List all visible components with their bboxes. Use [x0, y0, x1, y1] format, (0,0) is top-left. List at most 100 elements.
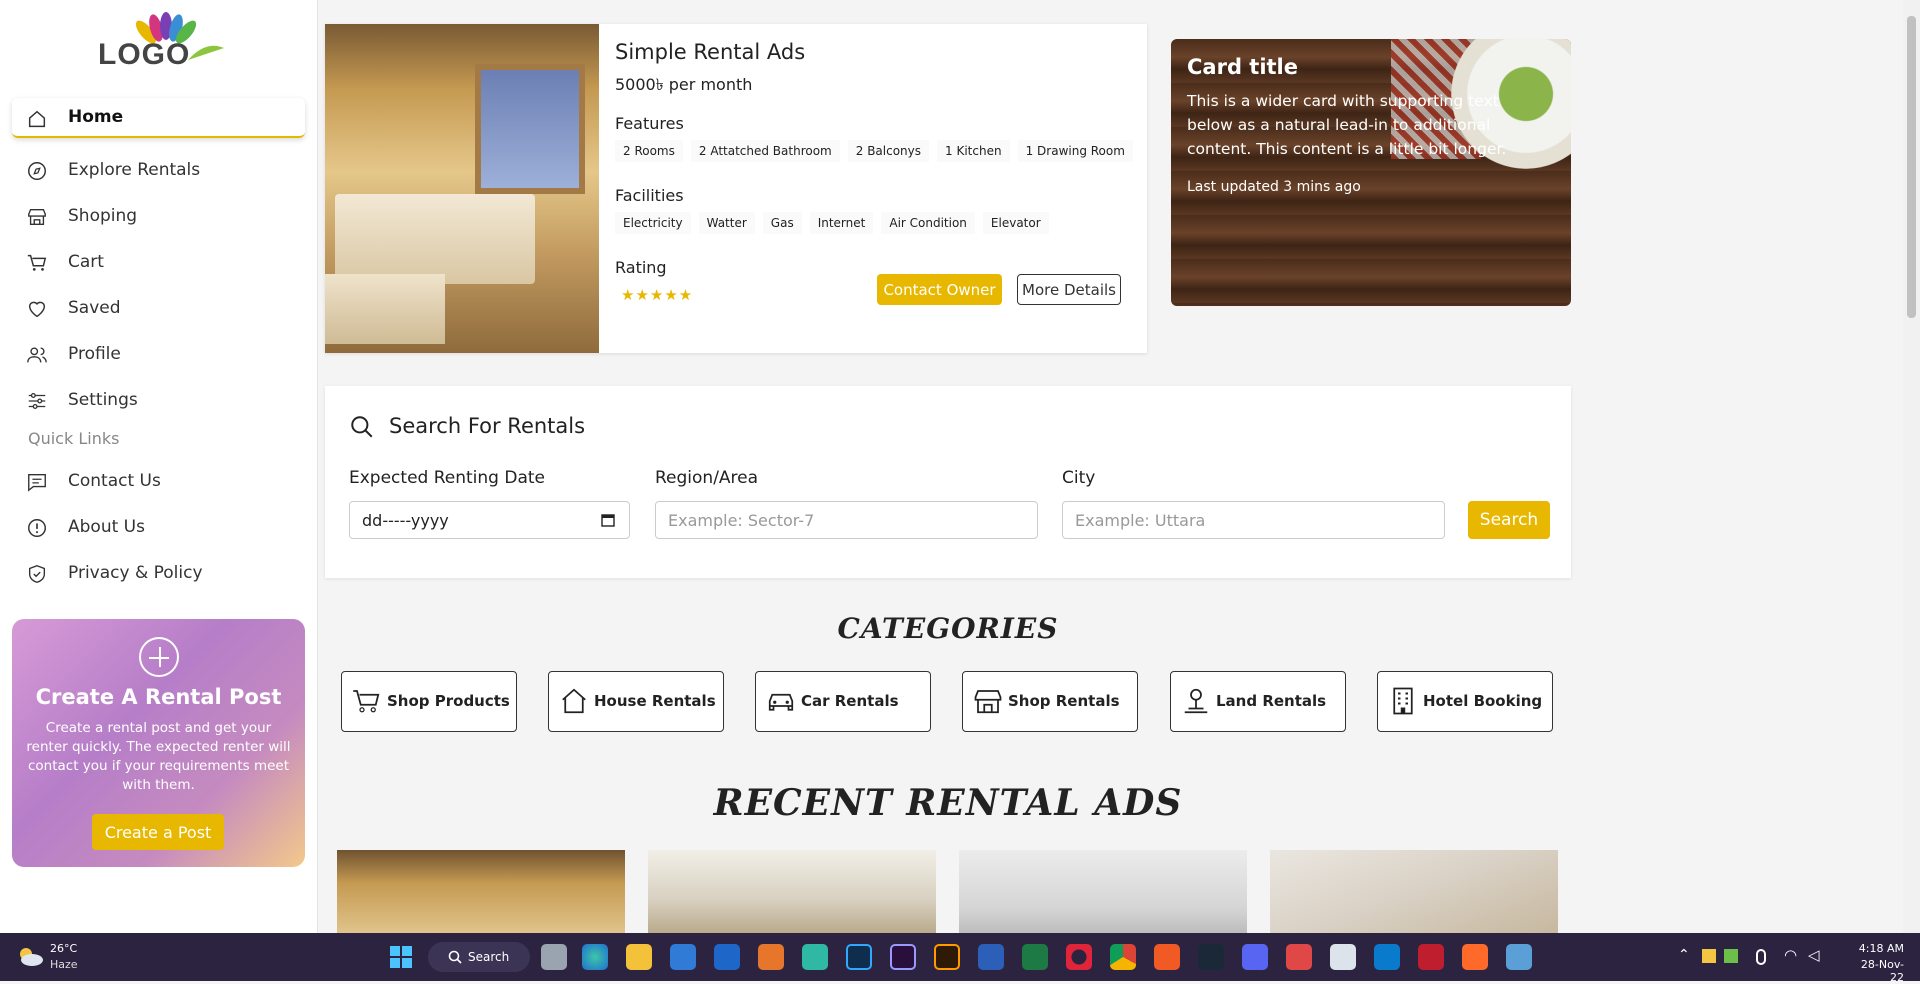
- vscode-icon[interactable]: [1374, 944, 1400, 970]
- renting-date-input[interactable]: dd-----yyyy: [349, 501, 630, 539]
- postman-icon[interactable]: [1462, 944, 1488, 970]
- illustrator-icon[interactable]: [934, 944, 960, 970]
- signal-icon[interactable]: [1724, 949, 1738, 963]
- card-updated: Last updated 3 mins ago: [1187, 179, 1361, 195]
- create-post-button[interactable]: Create a Post: [92, 814, 224, 850]
- leaf-icon: [188, 45, 224, 60]
- mail-icon[interactable]: [670, 944, 696, 970]
- features-list: 2 Rooms 2 Attatched Bathroom 2 Balconys …: [615, 140, 1133, 162]
- sidebar-item-contact-us[interactable]: Contact Us: [12, 461, 305, 501]
- task-view-icon[interactable]: [541, 944, 567, 970]
- rental-price: 5000৳ per month: [615, 75, 753, 94]
- file-explorer-icon[interactable]: [626, 944, 652, 970]
- rating-stars: ★★★★★: [621, 286, 694, 304]
- sidebar-item-about-us[interactable]: About Us: [12, 507, 305, 547]
- clock-date[interactable]: 28-Nov-22: [1850, 958, 1904, 984]
- city-input[interactable]: Example: Uttara: [1062, 501, 1445, 539]
- chrome-icon[interactable]: [1110, 944, 1136, 970]
- sidebar-item-label: Saved: [68, 298, 121, 318]
- app-icon[interactable]: [1330, 944, 1356, 970]
- sidebar-item-explore-rentals[interactable]: Explore Rentals: [12, 150, 305, 190]
- cart-icon: [353, 690, 380, 713]
- quick-links-heading: Quick Links: [28, 429, 120, 448]
- sidebar-item-cart[interactable]: Cart: [12, 242, 305, 282]
- filezilla-icon[interactable]: [1418, 944, 1444, 970]
- steam-icon[interactable]: [1198, 944, 1224, 970]
- contact-owner-button[interactable]: Contact Owner: [877, 274, 1002, 305]
- logo-text: LOGO: [98, 38, 191, 71]
- category-house-rentals[interactable]: House Rentals: [548, 671, 724, 732]
- recent-ad-image[interactable]: [648, 850, 936, 933]
- house-icon: [562, 688, 586, 714]
- sidebar-item-label: Settings: [68, 390, 138, 410]
- chevron-up-icon[interactable]: ⌃: [1678, 947, 1690, 963]
- photos-icon[interactable]: [1506, 944, 1532, 970]
- more-details-button[interactable]: More Details: [1017, 274, 1121, 305]
- recent-ad-image[interactable]: [337, 850, 625, 933]
- image-overlay-card[interactable]: Card title This is a wider card with sup…: [1171, 39, 1571, 306]
- app-icon[interactable]: [1286, 944, 1312, 970]
- sidebar-item-shoping[interactable]: Shoping: [12, 196, 305, 236]
- logo[interactable]: LOGO: [96, 10, 226, 71]
- volume-icon[interactable]: ◁: [1808, 946, 1820, 964]
- sidebar-item-saved[interactable]: Saved: [12, 288, 305, 328]
- premiere-icon[interactable]: [890, 944, 916, 970]
- recent-ads-heading: RECENT RENTAL ADS: [713, 782, 1183, 824]
- users-icon: [27, 347, 47, 363]
- calendar-icon[interactable]: [601, 513, 615, 527]
- region-input[interactable]: Example: Sector-7: [655, 501, 1038, 539]
- facility-chip: Elevator: [982, 212, 1049, 234]
- sidebar-item-settings[interactable]: Settings: [12, 380, 305, 420]
- building-icon: [1393, 687, 1413, 715]
- category-hotel-booking[interactable]: Hotel Booking: [1377, 671, 1553, 732]
- features-label: Features: [615, 114, 684, 133]
- page-scrollbar[interactable]: [1903, 0, 1920, 933]
- car-icon: [768, 693, 794, 711]
- scrollbar-thumb[interactable]: [1907, 16, 1916, 318]
- brave-icon[interactable]: [1154, 944, 1180, 970]
- category-shop-rentals[interactable]: Shop Rentals: [962, 671, 1138, 732]
- wifi-icon[interactable]: ◠: [1784, 946, 1797, 964]
- edge-icon[interactable]: [582, 944, 608, 970]
- sidebar-item-privacy-policy[interactable]: Privacy & Policy: [12, 553, 305, 593]
- sublime-icon[interactable]: [758, 944, 784, 970]
- weather-desc: Haze: [50, 958, 78, 971]
- tray-app-icon[interactable]: [1702, 949, 1716, 963]
- rental-title: Simple Rental Ads: [615, 40, 806, 64]
- sidebar-item-label: Home: [68, 107, 124, 127]
- store-icon: [974, 690, 1002, 714]
- excel-icon[interactable]: [1022, 944, 1048, 970]
- sidebar-item-profile[interactable]: Profile: [12, 334, 305, 374]
- weather-icon[interactable]: [16, 945, 44, 967]
- sidebar-item-home[interactable]: Home: [12, 98, 305, 138]
- main-content: Simple Rental Ads 5000৳ per month Featur…: [318, 0, 1903, 933]
- recent-ad-image[interactable]: [1270, 850, 1558, 933]
- facilities-label: Facilities: [615, 186, 684, 205]
- microphone-icon[interactable]: [1756, 949, 1766, 965]
- category-land-rentals[interactable]: Land Rentals: [1170, 671, 1346, 732]
- feature-chip: 2 Rooms: [615, 140, 683, 162]
- windows-start-icon[interactable]: [388, 944, 414, 970]
- feature-chip: 1 Drawing Room: [1017, 140, 1133, 162]
- outlook-icon[interactable]: [714, 944, 740, 970]
- opera-icon[interactable]: [1066, 944, 1092, 970]
- add-circle-icon[interactable]: [139, 637, 179, 677]
- category-shop-products[interactable]: Shop Products: [341, 671, 517, 732]
- photoshop-icon[interactable]: [846, 944, 872, 970]
- recent-ad-image[interactable]: [959, 850, 1247, 933]
- discord-icon[interactable]: [1242, 944, 1268, 970]
- category-car-rentals[interactable]: Car Rentals: [755, 671, 931, 732]
- windows-taskbar: 26°C Haze Search ⌃ ◠ ◁ 4:18 AM 28-Nov-22: [0, 933, 1920, 984]
- clock-time[interactable]: 4:18 AM: [1850, 942, 1904, 955]
- shield-icon: [28, 565, 46, 583]
- word-icon[interactable]: [978, 944, 1004, 970]
- taskbar-search-label: Search: [468, 950, 510, 964]
- search-button[interactable]: Search: [1468, 501, 1550, 539]
- taskbar-search[interactable]: Search: [428, 942, 530, 972]
- heart-icon: [28, 301, 46, 318]
- sidebar-item-label: About Us: [68, 517, 145, 537]
- sidebar-item-label: Explore Rentals: [68, 160, 201, 180]
- category-label: Land Rentals: [1216, 692, 1327, 710]
- app-icon[interactable]: [802, 944, 828, 970]
- sidebar-item-label: Shoping: [68, 206, 138, 226]
